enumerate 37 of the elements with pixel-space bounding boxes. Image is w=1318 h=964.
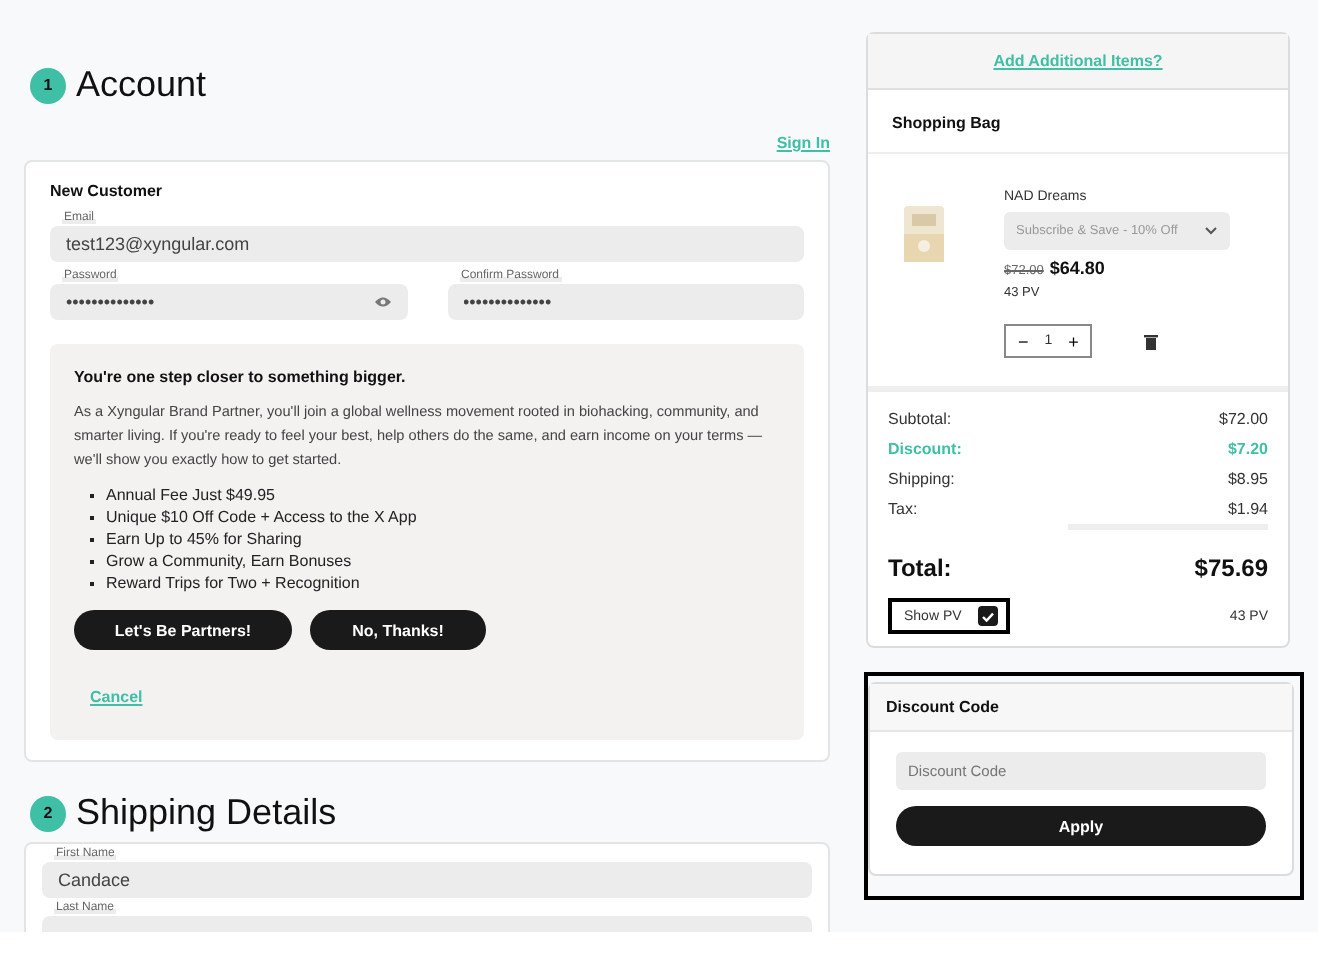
summary-label: Tax: bbox=[888, 500, 918, 518]
input-field[interactable]: test123@xyngular.com bbox=[50, 226, 804, 262]
total-label: Total: bbox=[888, 554, 952, 582]
summary-value: $1.94 bbox=[1227, 500, 1268, 518]
summary-value: $8.95 bbox=[1227, 470, 1268, 488]
partner-button[interactable]: Let's Be Partners! bbox=[74, 610, 292, 650]
chevron-icon bbox=[1204, 226, 1218, 236]
benefit-item: Earn Up to 45% for Sharing bbox=[90, 530, 780, 548]
summary-label: Shipping: bbox=[888, 470, 955, 488]
summary-label: Subtotal: bbox=[888, 410, 952, 428]
benefit-item: Grow a Community, Earn Bonuses bbox=[90, 552, 780, 570]
apply-button[interactable]: Apply bbox=[896, 806, 1266, 846]
show-pv-checkbox[interactable] bbox=[977, 606, 998, 626]
product-price: $64.80 bbox=[1049, 258, 1105, 278]
summary-value: $72.00 bbox=[1219, 410, 1268, 428]
benefit-item: Unique $10 Off Code + Access to the X App bbox=[90, 508, 780, 526]
section-title: Shipping Details bbox=[76, 792, 337, 834]
bag-title: Shopping Bag bbox=[868, 90, 1288, 154]
input-field[interactable]: Candace bbox=[42, 862, 812, 898]
discount-title: Discount Code bbox=[870, 684, 1292, 732]
decrease-button[interactable]: − bbox=[1018, 331, 1029, 351]
benefit-item: Annual Fee Just $49.95 bbox=[90, 486, 780, 504]
benefit-item: Reward Trips for Two + Recognition bbox=[90, 574, 780, 592]
promo-heading: You're one step closer to something bigger. bbox=[74, 368, 408, 386]
input-field[interactable]: •••••••••••••• bbox=[50, 284, 407, 320]
total-value: $75.69 bbox=[1194, 554, 1268, 582]
card-title: New Customer bbox=[50, 182, 165, 200]
input-field[interactable]: •••••••••••••• bbox=[447, 284, 804, 320]
decline-button[interactable]: No, Thanks! bbox=[310, 610, 486, 650]
trash-icon[interactable] bbox=[1144, 333, 1159, 349]
section-title: Account bbox=[76, 64, 207, 106]
increase-button[interactable]: + bbox=[1068, 331, 1079, 351]
step-number: 1 bbox=[30, 67, 66, 103]
summary-label: Discount: bbox=[888, 440, 962, 458]
eye-icon[interactable] bbox=[373, 296, 391, 308]
summary-value: $7.20 bbox=[1227, 440, 1268, 458]
step-number: 2 bbox=[30, 795, 66, 831]
